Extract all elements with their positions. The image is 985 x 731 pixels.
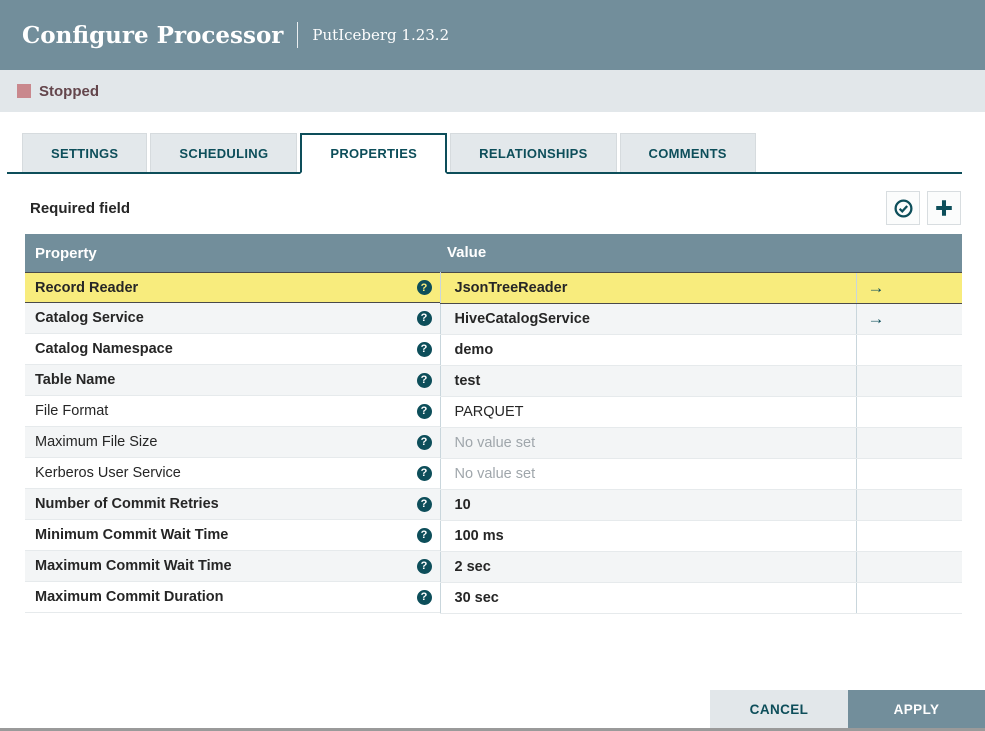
column-header-value: Value <box>440 234 856 272</box>
help-icon[interactable]: ? <box>416 527 432 543</box>
property-row[interactable]: Maximum Commit Duration? 30 sec <box>25 582 962 614</box>
property-value[interactable]: 2 sec <box>439 551 856 583</box>
tab-comments[interactable]: COMMENTS <box>619 133 756 172</box>
row-actions-cell <box>855 520 962 552</box>
row-actions-cell: → <box>855 303 962 335</box>
property-name: Maximum File Size <box>35 434 158 450</box>
property-name: Minimum Commit Wait Time <box>35 527 229 543</box>
help-icon[interactable]: ? <box>416 558 432 574</box>
property-value[interactable]: HiveCatalogService <box>439 303 856 335</box>
apply-button[interactable]: APPLY <box>848 690 985 728</box>
row-actions-cell <box>855 365 962 397</box>
property-value[interactable]: 30 sec <box>439 582 856 614</box>
go-to-service-icon[interactable]: → <box>868 278 885 297</box>
title-separator <box>297 22 299 48</box>
run-status-label: Stopped <box>39 82 99 100</box>
row-actions-cell <box>855 582 962 614</box>
property-name: Catalog Namespace <box>35 341 173 357</box>
dialog-tabs: SETTINGS SCHEDULING PROPERTIES RELATIONSHIP… <box>7 133 962 174</box>
row-actions-cell <box>855 334 962 366</box>
property-row[interactable]: Table Name? test <box>25 365 962 397</box>
properties-toolbar: Required field <box>30 191 961 225</box>
property-row[interactable]: Number of Commit Retries? 10 <box>25 489 962 521</box>
row-actions-cell: → <box>855 271 962 304</box>
property-value[interactable]: demo <box>439 334 856 366</box>
property-value[interactable]: PARQUET <box>439 396 856 428</box>
processor-type-version: PutIceberg 1.23.2 <box>312 26 450 44</box>
property-row[interactable]: Maximum File Size? No value set <box>25 427 962 459</box>
property-row[interactable]: Maximum Commit Wait Time? 2 sec <box>25 551 962 583</box>
required-field-label: Required field <box>30 199 131 217</box>
toolbar-buttons <box>886 191 961 225</box>
property-value[interactable]: test <box>439 365 856 397</box>
tab-scheduling[interactable]: SCHEDULING <box>150 133 298 172</box>
row-actions-cell <box>855 396 962 428</box>
help-icon[interactable]: ? <box>416 280 432 295</box>
help-icon[interactable]: ? <box>416 434 432 450</box>
property-row[interactable]: Record Reader? JsonTreeReader → <box>25 271 962 304</box>
tab-relationships[interactable]: RELATIONSHIPS <box>450 133 617 172</box>
help-icon[interactable]: ? <box>416 372 432 388</box>
configure-processor-dialog: Configure Processor PutIceberg 1.23.2 St… <box>0 0 985 731</box>
row-actions-cell <box>855 458 962 490</box>
row-actions-cell <box>855 551 962 583</box>
help-icon[interactable]: ? <box>416 310 432 326</box>
property-name: Maximum Commit Wait Time <box>35 558 232 574</box>
property-value[interactable]: No value set <box>439 458 856 490</box>
check-circle-icon <box>893 198 914 219</box>
property-row[interactable]: Catalog Namespace? demo <box>25 334 962 366</box>
stopped-icon <box>17 84 31 98</box>
property-value[interactable]: 10 <box>439 489 856 521</box>
property-value[interactable]: No value set <box>439 427 856 459</box>
properties-table: Property Value Record Reader? JsonTreeRea… <box>25 234 962 614</box>
go-to-service-icon[interactable]: → <box>868 309 885 328</box>
tab-settings[interactable]: SETTINGS <box>22 133 148 172</box>
property-value[interactable]: JsonTreeReader <box>439 271 856 304</box>
plus-icon <box>933 197 955 219</box>
help-icon[interactable]: ? <box>416 496 432 512</box>
help-icon[interactable]: ? <box>416 589 432 605</box>
column-header-actions <box>856 234 962 272</box>
property-value[interactable]: 100 ms <box>439 520 856 552</box>
property-name: Record Reader <box>35 279 139 296</box>
row-actions-cell <box>855 489 962 521</box>
property-row[interactable]: Kerberos User Service? No value set <box>25 458 962 490</box>
property-row[interactable]: Minimum Commit Wait Time? 100 ms <box>25 520 962 552</box>
property-name: Table Name <box>35 372 116 388</box>
row-actions-cell <box>855 427 962 459</box>
property-name: Number of Commit Retries <box>35 496 219 512</box>
help-icon[interactable]: ? <box>416 465 432 481</box>
help-icon[interactable]: ? <box>416 341 432 357</box>
property-row[interactable]: File Format? PARQUET <box>25 396 962 428</box>
dialog-title: Configure Processor <box>22 21 284 49</box>
add-property-button[interactable] <box>927 191 961 225</box>
dialog-header: Configure Processor PutIceberg 1.23.2 <box>0 0 985 70</box>
property-name: Maximum Commit Duration <box>35 589 224 605</box>
verify-properties-button[interactable] <box>886 191 920 225</box>
column-header-property: Property <box>25 234 440 272</box>
table-header-row: Property Value <box>25 234 962 272</box>
tab-properties[interactable]: PROPERTIES <box>300 133 448 174</box>
run-status-bar: Stopped <box>0 70 985 112</box>
property-row[interactable]: Catalog Service? HiveCatalogService → <box>25 303 962 335</box>
help-icon[interactable]: ? <box>416 403 432 419</box>
property-name: Kerberos User Service <box>35 465 181 481</box>
property-name: File Format <box>35 403 109 419</box>
property-name: Catalog Service <box>35 310 144 326</box>
cancel-button[interactable]: CANCEL <box>710 690 848 728</box>
